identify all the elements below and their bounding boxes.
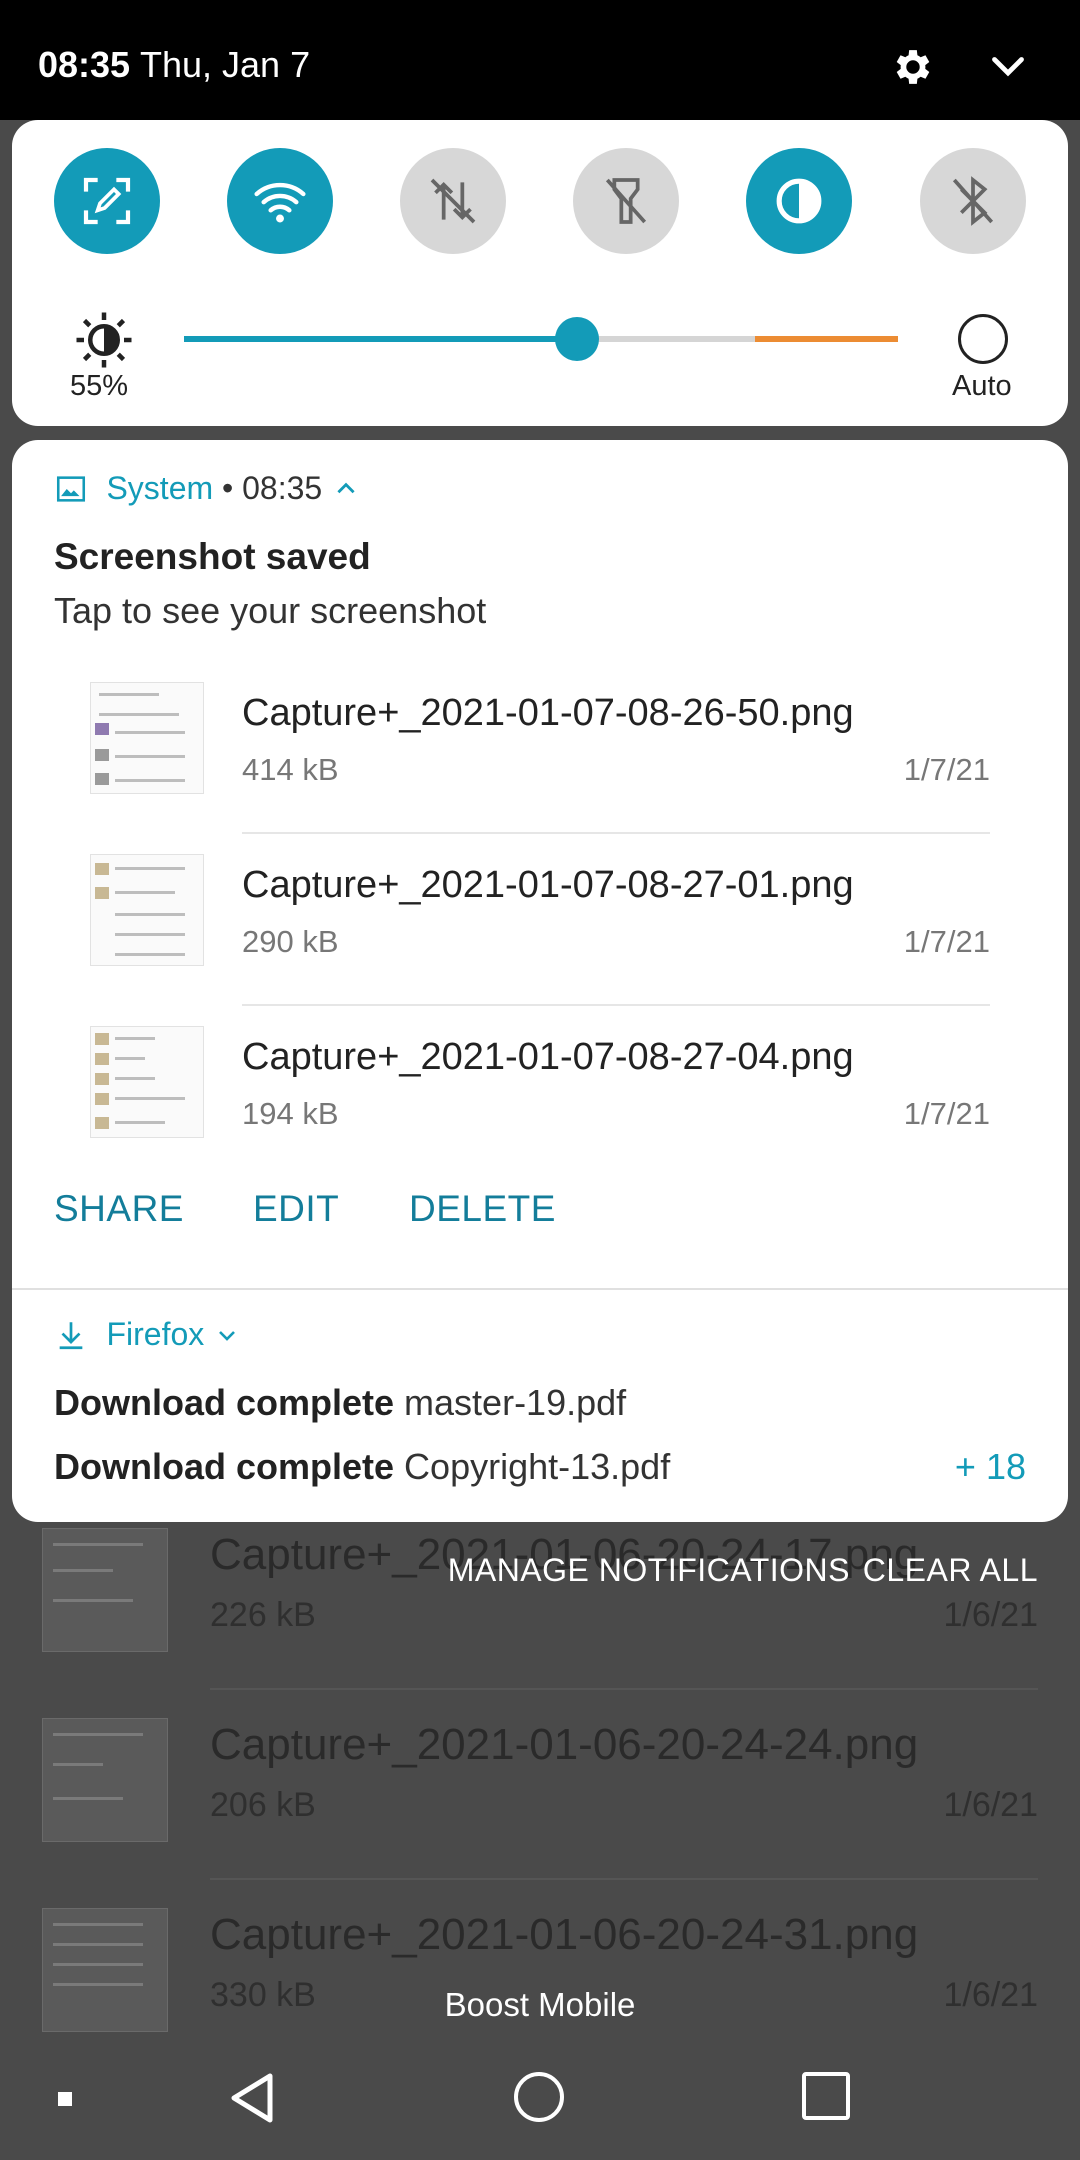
manage-notifications-button[interactable]: MANAGE NOTIFICATIONS: [448, 1552, 850, 1589]
list-item: Capture+_2021-01-06-20-24-24.png 206 kB …: [0, 1690, 1080, 1880]
edit-button[interactable]: EDIT: [253, 1188, 339, 1230]
screenshot-thumbnail: [90, 854, 204, 966]
slider-fill: [184, 336, 577, 342]
more-downloads-count: + 18: [954, 1446, 1026, 1487]
mobile-data-off-icon: [430, 178, 476, 224]
bluetooth-tile[interactable]: [920, 148, 1026, 254]
shade-actions: MANAGE NOTIFICATIONS CLEAR ALL: [0, 1552, 1080, 1596]
screenshot-file-name: Capture+_2021-01-07-08-26-50.png: [242, 692, 854, 734]
screenshot-list-item[interactable]: Capture+_2021-01-07-08-27-01.png 290 kB …: [12, 834, 1068, 1006]
screen-capture-tile[interactable]: [54, 148, 160, 254]
wifi-icon: [254, 182, 306, 223]
screenshot-file-name: Capture+_2021-01-07-08-27-04.png: [242, 1036, 854, 1078]
app-name: System: [106, 470, 214, 506]
notification-text[interactable]: Tap to see your screenshot: [54, 590, 486, 632]
file-name: Capture+_2021-01-06-20-24-31.png: [210, 1910, 919, 1959]
expand-chevron-icon[interactable]: [215, 1323, 239, 1347]
slider-high-brightness-zone: [755, 336, 898, 342]
screenshot-file-date: 1/7/21: [903, 924, 990, 959]
file-size: 206 kB: [210, 1786, 316, 1824]
status-time: 08:35: [38, 44, 131, 85]
back-icon[interactable]: [226, 2070, 278, 2126]
home-icon[interactable]: [514, 2072, 564, 2122]
expand-chevron-icon[interactable]: [990, 52, 1026, 82]
download-icon: [59, 1321, 83, 1349]
screenshot-file-date: 1/7/21: [903, 1096, 990, 1131]
status-bar: 08:35 Thu, Jan 7: [0, 0, 1080, 120]
screenshot-file-size: 290 kB: [242, 924, 339, 959]
download-file: master-19.pdf: [404, 1382, 627, 1423]
share-button[interactable]: SHARE: [54, 1188, 184, 1230]
auto-brightness-toggle[interactable]: [958, 314, 1008, 364]
flashlight-off-icon: [605, 178, 647, 224]
screenshot-file-size: 414 kB: [242, 752, 339, 787]
divider: [12, 1288, 1068, 1290]
brightness-slider-thumb[interactable]: [554, 317, 599, 361]
screen-capture-icon: [83, 177, 131, 225]
clear-all-button[interactable]: CLEAR ALL: [863, 1552, 1038, 1589]
file-name: Capture+_2021-01-06-20-24-24.png: [210, 1720, 919, 1769]
download-status: Download complete: [54, 1382, 395, 1423]
navigation-bar: [0, 2040, 1080, 2160]
notification-time: • 08:35: [213, 470, 323, 506]
brightness-icon: [76, 312, 132, 368]
screenshot-file-name: Capture+_2021-01-07-08-27-01.png: [242, 864, 854, 906]
app-name: Firefox: [106, 1316, 205, 1352]
screenshot-file-size: 194 kB: [242, 1096, 339, 1131]
bluetooth-off-icon: [952, 176, 994, 226]
file-date: 1/6/21: [943, 1596, 1038, 1634]
notification-card: System • 08:35 Screenshot saved Tap to s…: [12, 440, 1068, 1522]
color-inversion-tile[interactable]: [746, 148, 852, 254]
firefox-notification-header[interactable]: Firefox: [54, 1316, 239, 1360]
wifi-tile[interactable]: [227, 148, 333, 254]
download-status: Download complete: [54, 1446, 395, 1487]
flashlight-tile[interactable]: [573, 148, 679, 254]
mobile-data-tile[interactable]: [400, 148, 506, 254]
file-size: 226 kB: [210, 1596, 316, 1634]
brightness-percent: 55%: [70, 370, 129, 402]
screenshot-list-item[interactable]: Capture+_2021-01-07-08-26-50.png 414 kB …: [12, 662, 1068, 834]
screenshot-thumbnail: [90, 1026, 204, 1138]
image-icon: [56, 475, 86, 502]
auto-brightness-label: Auto: [952, 370, 1012, 402]
screenshot-thumbnail: [90, 682, 204, 794]
delete-button[interactable]: DELETE: [409, 1188, 556, 1230]
color-inversion-icon: [776, 178, 822, 224]
file-date: 1/6/21: [943, 1786, 1038, 1824]
screenshot-list-item[interactable]: Capture+_2021-01-07-08-27-04.png 194 kB …: [12, 1006, 1068, 1178]
screenshot-notification-header[interactable]: System • 08:35: [54, 470, 359, 514]
collapse-chevron-icon[interactable]: [333, 476, 359, 502]
file-thumbnail: [42, 1718, 168, 1842]
status-date: Thu, Jan 7: [140, 44, 311, 85]
download-line[interactable]: Download complete master-19.pdf: [54, 1382, 626, 1424]
screenshot-file-date: 1/7/21: [903, 752, 990, 787]
nav-dot-icon[interactable]: [58, 2092, 72, 2106]
carrier-label: Boost Mobile: [444, 1986, 636, 2023]
download-line[interactable]: Download complete Copyright-13.pdf: [54, 1446, 670, 1488]
brightness-slider[interactable]: [184, 317, 898, 361]
quick-settings-panel: 55% Auto: [12, 120, 1068, 426]
notification-title: Screenshot saved: [54, 536, 371, 577]
download-file: Copyright-13.pdf: [404, 1446, 671, 1487]
settings-gear-icon[interactable]: [890, 44, 936, 90]
recent-apps-icon[interactable]: [802, 2072, 850, 2120]
